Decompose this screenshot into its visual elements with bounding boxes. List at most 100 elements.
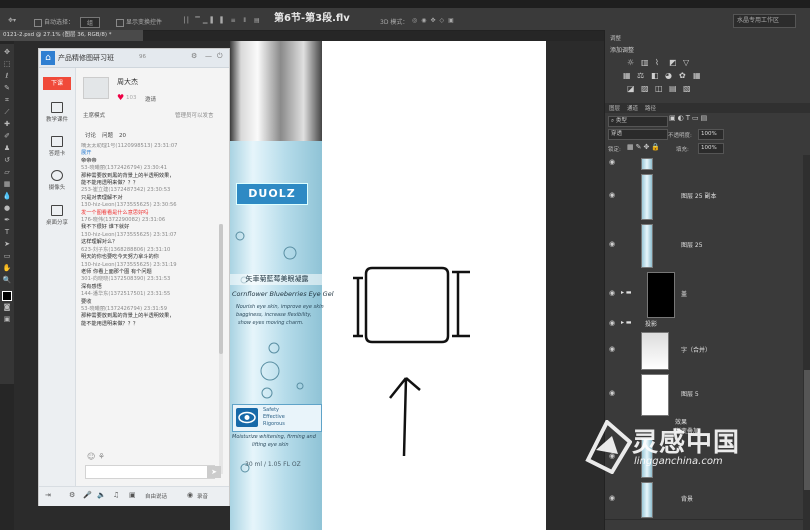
quick-select-icon[interactable]: ✎ — [2, 83, 12, 93]
layer-row[interactable]: ◉ ▸ ▬ 盖 — [605, 269, 803, 320]
class-end-button[interactable]: 下课 — [43, 77, 71, 90]
folder-icon[interactable]: ▸ ▬ — [621, 289, 632, 296]
visibility-eye-icon[interactable]: ◉ — [609, 389, 615, 397]
align-icons[interactable]: ▕▏▔▁▌▐ ≡ ⫴ ▤ — [180, 17, 263, 25]
invite-link[interactable]: 邀请 — [145, 95, 156, 103]
pen-tool-icon[interactable]: ✒ — [2, 215, 12, 225]
record-icon[interactable]: ◉ — [187, 491, 193, 499]
stamp-tool-icon[interactable]: ♟ — [2, 143, 12, 153]
lasso-tool-icon[interactable]: ℓ — [2, 71, 12, 81]
settings-icon[interactable]: ⚙ — [69, 491, 75, 499]
tab-paths[interactable]: 路径 — [645, 104, 656, 112]
music-icon[interactable]: ♫ — [113, 491, 119, 499]
curves-icon[interactable]: ⌇ — [655, 58, 659, 67]
mode-select[interactable]: 主席模式 — [83, 111, 105, 119]
photo-filter-icon[interactable]: ◕ — [665, 71, 672, 80]
layer-row[interactable]: ◉ 字（合并） — [605, 329, 803, 372]
settings-icon[interactable]: ⚙ — [191, 52, 197, 60]
heal-tool-icon[interactable]: ✚ — [2, 119, 12, 129]
desktop-share-button[interactable]: 桌面分享 — [39, 205, 75, 226]
quick-mask-icon[interactable]: ◙ — [2, 302, 12, 312]
free-talk-button[interactable]: 自由说话 — [145, 492, 167, 500]
scroll-thumb[interactable] — [804, 370, 810, 490]
adjustments-tab[interactable]: 调整 — [610, 34, 621, 42]
tab-layers[interactable]: 图层 — [609, 104, 620, 112]
visibility-eye-icon[interactable]: ◉ — [609, 319, 615, 327]
black-white-icon[interactable]: ◧ — [651, 71, 659, 80]
zoom-tool-icon[interactable]: 🔍 — [2, 275, 12, 285]
workspace-select[interactable]: 水晶专用工作区 — [733, 14, 796, 28]
mic-icon[interactable]: 🎤 — [83, 491, 92, 499]
tab-question[interactable]: 问题 — [102, 133, 113, 139]
exposure-icon[interactable]: ◩ — [669, 58, 677, 67]
channel-mixer-icon[interactable]: ✿ — [679, 71, 686, 80]
3d-mode-icons[interactable]: ◎◉✥◇▣ — [412, 17, 458, 24]
layer-row[interactable]: ◉ 图层 25 副本 — [605, 171, 803, 222]
record-button[interactable]: 录音 — [197, 492, 208, 500]
screen-mode-icon[interactable]: ▣ — [2, 314, 12, 324]
threshold-icon[interactable]: ◫ — [655, 84, 663, 93]
color-lookup-icon[interactable]: ▦ — [693, 71, 701, 80]
marquee-tool-icon[interactable]: ⬚ — [2, 59, 12, 69]
history-brush-icon[interactable]: ↺ — [2, 155, 12, 165]
speaker-icon[interactable]: 🔈 — [97, 491, 106, 499]
vibrance-icon[interactable]: ▽ — [683, 58, 689, 67]
eraser-tool-icon[interactable]: ▱ — [2, 167, 12, 177]
fill-input[interactable]: 100% — [698, 143, 724, 154]
layer-row[interactable]: ◉ — [605, 155, 803, 172]
folder-icon[interactable]: ▸ ▬ — [621, 319, 632, 326]
power-icon[interactable]: ⏻ — [217, 52, 223, 61]
eyedropper-icon[interactable]: ⟋ — [2, 107, 12, 117]
invert-icon[interactable]: ◪ — [627, 84, 635, 93]
move-tool-icon[interactable]: ✥▾ — [8, 17, 16, 24]
speech-icon[interactable]: ▣ — [129, 491, 136, 499]
lock-icons[interactable]: ▦✎✥🔒 — [627, 143, 662, 151]
message-text[interactable]: 展开 — [81, 150, 217, 157]
type-tool-icon[interactable]: T — [2, 227, 12, 237]
layer-row[interactable]: ◉ 背景 — [605, 479, 803, 520]
move-tool-icon[interactable]: ✥ — [2, 47, 12, 57]
hue-icon[interactable]: ▦ — [623, 71, 631, 80]
layers-scrollbar[interactable] — [803, 155, 810, 530]
send-button[interactable]: ➤ — [207, 466, 221, 478]
visibility-eye-icon[interactable]: ◉ — [609, 191, 615, 199]
layer-row[interactable]: ◉ 图层 25 — [605, 221, 803, 270]
shape-tool-icon[interactable]: ▭ — [2, 251, 12, 261]
answer-card-button[interactable]: 答题卡 — [39, 136, 75, 157]
show-transform-checkbox[interactable]: 显示变换控件 — [116, 17, 162, 27]
visibility-eye-icon[interactable]: ◉ — [609, 494, 615, 502]
layer-row[interactable]: ◉ 图层 5 — [605, 371, 803, 418]
chat-input[interactable] — [85, 465, 215, 479]
minimize-icon[interactable]: — — [205, 52, 212, 60]
tab-channels[interactable]: 通道 — [627, 104, 638, 112]
visibility-eye-icon[interactable]: ◉ — [609, 289, 615, 297]
message-scrollbar[interactable] — [219, 224, 223, 474]
opacity-input[interactable]: 100% — [698, 129, 724, 140]
blend-mode-select[interactable]: 穿透 — [608, 129, 668, 140]
levels-icon[interactable]: ▥ — [641, 58, 649, 67]
scroll-thumb[interactable] — [219, 224, 223, 354]
crop-tool-icon[interactable]: ⌗ — [2, 95, 12, 105]
document-tab[interactable]: 0121-2.psd @ 27.1% (图层 36, RGB/8) * — [0, 30, 143, 41]
visibility-eye-icon[interactable]: ◉ — [609, 158, 615, 166]
visibility-eye-icon[interactable]: ◉ — [609, 345, 615, 353]
camera-button[interactable]: 摄像头 — [39, 170, 75, 191]
layer-kind-select[interactable]: ⌕ 类型 — [608, 116, 668, 127]
hand-tool-icon[interactable]: ✋ — [2, 263, 12, 273]
dodge-tool-icon[interactable]: ● — [2, 203, 12, 213]
selective-color-icon[interactable]: ▧ — [683, 84, 691, 93]
brush-tool-icon[interactable]: ✐ — [2, 131, 12, 141]
group-select[interactable]: 组 — [80, 17, 101, 28]
visibility-eye-icon[interactable]: ◉ — [609, 240, 615, 248]
blur-tool-icon[interactable]: 💧 — [2, 191, 12, 201]
path-select-icon[interactable]: ➤ — [2, 239, 12, 249]
posterize-icon[interactable]: ▨ — [641, 84, 649, 93]
gradient-map-icon[interactable]: ▤ — [669, 84, 677, 93]
color-balance-icon[interactable]: ⚖ — [637, 71, 644, 80]
tab-discussion[interactable]: 讨论 — [85, 133, 96, 139]
home-icon[interactable]: ⌂ — [41, 51, 55, 65]
emoji-icon[interactable]: ☺ ⚘ — [87, 452, 105, 461]
brightness-icon[interactable]: ☼ — [627, 58, 634, 67]
foreground-color-swatch[interactable] — [2, 291, 12, 301]
courseware-button[interactable]: 教学课件 — [39, 102, 75, 123]
